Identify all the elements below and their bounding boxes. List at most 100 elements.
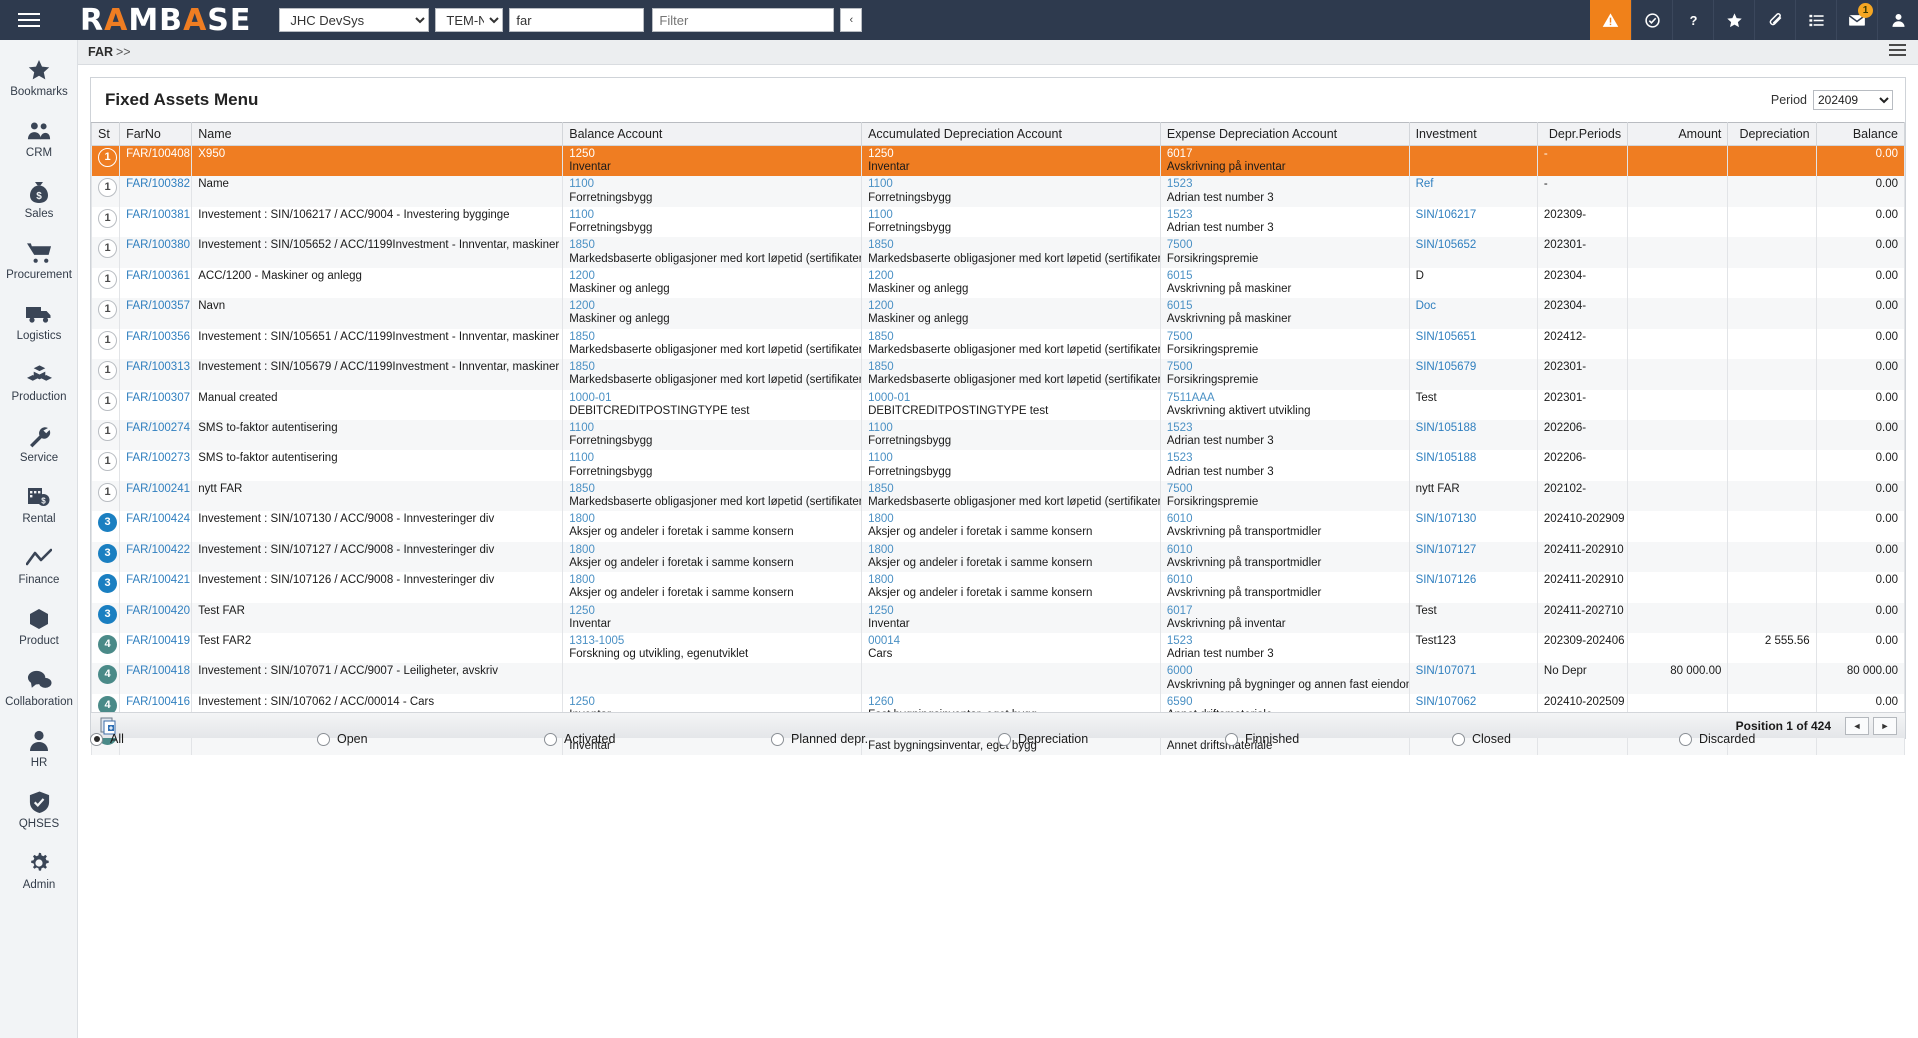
column-header-depr-periods[interactable]: Depr.Periods: [1536, 122, 1629, 146]
farno-cell[interactable]: FAR/100418: [119, 663, 193, 694]
investment-cell[interactable]: SIN/105652: [1408, 237, 1538, 268]
farno-cell[interactable]: FAR/100356: [119, 328, 193, 360]
farno-link[interactable]: FAR/100361: [126, 270, 190, 282]
farno-cell[interactable]: FAR/100313: [119, 359, 193, 390]
farno-cell[interactable]: FAR/100381: [119, 206, 193, 238]
table-row[interactable]: 1 FAR/100274 SMS to-faktor autentisering 11…: [90, 419, 1906, 451]
approval-icon[interactable]: [1631, 0, 1672, 40]
table-row[interactable]: 1 FAR/100408 X950 1250 Inventar 1250 Inventar 6…: [90, 145, 1906, 177]
investment-link[interactable]: SIN/105651: [1416, 331, 1477, 343]
investment-cell[interactable]: SIN/107126: [1408, 572, 1538, 603]
farno-link[interactable]: FAR/100241: [126, 483, 190, 495]
investment-link[interactable]: SIN/107126: [1416, 574, 1477, 586]
company-select[interactable]: JHC DevSys: [279, 8, 430, 32]
status-filter-closed[interactable]: Closed: [1452, 732, 1679, 746]
farno-link[interactable]: FAR/100422: [126, 544, 190, 556]
investment-cell[interactable]: SIN/107127: [1408, 541, 1538, 573]
period-select[interactable]: 202409: [1813, 90, 1893, 110]
investment-link[interactable]: SIN/107071: [1416, 665, 1477, 677]
system-select[interactable]: TEM-NO: [435, 8, 504, 32]
column-header-balance[interactable]: Balance: [1815, 122, 1906, 146]
main-menu-toggle[interactable]: [0, 0, 58, 40]
table-row[interactable]: 1 FAR/100361 ACC/1200 - Maskiner og anlegg…: [90, 267, 1906, 299]
table-row[interactable]: 3 FAR/100420 Test FAR 1250 Inventar 1250 Inven…: [90, 602, 1906, 633]
status-filter-all[interactable]: All: [90, 732, 317, 746]
table-row[interactable]: 3 FAR/100424 Investement : SIN/107130 / AC…: [90, 511, 1906, 542]
table-row[interactable]: 1 FAR/100273 SMS to-faktor autentisering 11…: [90, 450, 1906, 481]
farno-cell[interactable]: FAR/100421: [119, 572, 193, 603]
investment-link[interactable]: SIN/105188: [1416, 452, 1477, 464]
table-row[interactable]: 3 FAR/100421 Investement : SIN/107126 / AC…: [90, 572, 1906, 603]
radio-button[interactable]: [90, 732, 103, 746]
investment-cell[interactable]: SIN/105188: [1408, 450, 1538, 481]
radio-button[interactable]: [771, 732, 784, 746]
tasklist-icon[interactable]: [1795, 0, 1836, 40]
status-filter-finnished[interactable]: Finnished: [1225, 732, 1452, 746]
table-row[interactable]: 1 FAR/100357 Navn 1200 Maskiner og anlegg 120…: [90, 298, 1906, 329]
table-row[interactable]: 1 FAR/100241 nytt FAR 1850 Markedsbaserte ob…: [90, 480, 1906, 512]
table-row[interactable]: 1 FAR/100381 Investement : SIN/106217 / AC…: [90, 206, 1906, 238]
farno-cell[interactable]: FAR/100420: [119, 602, 193, 633]
sidebar-item-rental[interactable]: $ Rental: [0, 473, 78, 534]
investment-link[interactable]: Ref: [1416, 178, 1434, 190]
investment-link[interactable]: SIN/107127: [1416, 544, 1477, 556]
column-header-depreciation[interactable]: Depreciation: [1727, 122, 1817, 146]
investment-link[interactable]: SIN/105679: [1416, 361, 1477, 373]
sidebar-item-collaboration[interactable]: Collaboration: [0, 656, 78, 717]
farno-cell[interactable]: FAR/100424: [119, 511, 193, 542]
investment-cell[interactable]: Ref: [1408, 176, 1538, 207]
messages-icon[interactable]: 1: [1836, 0, 1877, 40]
farno-link[interactable]: FAR/100424: [126, 513, 190, 525]
farno-link[interactable]: FAR/100420: [126, 605, 190, 617]
radio-button[interactable]: [1679, 732, 1692, 746]
sidebar-item-production[interactable]: Production: [0, 351, 78, 412]
sidebar-item-finance[interactable]: Finance: [0, 534, 78, 595]
column-header-farno[interactable]: FarNo: [119, 122, 193, 146]
farno-cell[interactable]: FAR/100382: [119, 176, 193, 207]
table-row[interactable]: 4 FAR/100418 Investement : SIN/107071 / AC…: [90, 663, 1906, 694]
program-input[interactable]: [509, 8, 645, 32]
sidebar-item-crm[interactable]: CRM: [0, 107, 78, 168]
sidebar-item-hr[interactable]: HR: [0, 717, 78, 778]
user-icon[interactable]: [1877, 0, 1918, 40]
farno-link[interactable]: FAR/100382: [126, 178, 190, 190]
table-row[interactable]: 1 FAR/100307 Manual created 1000-01 DEBITCRE…: [90, 389, 1906, 420]
sidebar-item-qhses[interactable]: QHSES: [0, 778, 78, 839]
farno-link[interactable]: FAR/100421: [126, 574, 190, 586]
investment-link[interactable]: SIN/107062: [1416, 696, 1477, 708]
radio-button[interactable]: [544, 732, 557, 746]
farno-cell[interactable]: FAR/100241: [119, 480, 193, 512]
farno-link[interactable]: FAR/100416: [126, 696, 190, 708]
farno-link[interactable]: FAR/100419: [126, 635, 190, 647]
context-menu-button[interactable]: [1889, 44, 1906, 56]
farno-link[interactable]: FAR/100357: [126, 300, 190, 312]
attachment-icon[interactable]: [1754, 0, 1795, 40]
table-row[interactable]: 1 FAR/100380 Investement : SIN/105652 / AC…: [90, 237, 1906, 268]
status-filter-depreciation[interactable]: Depreciation: [998, 732, 1225, 746]
column-header-st[interactable]: St: [90, 122, 121, 146]
favorites-icon[interactable]: [1713, 0, 1754, 40]
radio-button[interactable]: [1225, 732, 1238, 746]
sidebar-item-bookmarks[interactable]: Bookmarks: [0, 46, 78, 107]
farno-link[interactable]: FAR/100418: [126, 665, 190, 677]
farno-link[interactable]: FAR/100380: [126, 239, 190, 251]
investment-cell[interactable]: SIN/107130: [1408, 511, 1538, 542]
collapse-toggle-button[interactable]: ‹: [840, 8, 863, 32]
investment-cell[interactable]: SIN/105651: [1408, 328, 1538, 360]
breadcrumb[interactable]: FAR >>: [88, 45, 131, 59]
farno-cell[interactable]: FAR/100361: [119, 267, 193, 299]
table-row[interactable]: 4 FAR/100419 Test FAR2 1313-1005 Forskning o…: [90, 633, 1906, 664]
status-filter-discarded[interactable]: Discarded: [1679, 732, 1755, 746]
table-row[interactable]: 1 FAR/100356 Investement : SIN/105651 / AC…: [90, 328, 1906, 360]
farno-cell[interactable]: FAR/100274: [119, 419, 193, 451]
status-filter-activated[interactable]: Activated: [544, 732, 771, 746]
investment-cell[interactable]: SIN/105188: [1408, 419, 1538, 451]
status-filter-open[interactable]: Open: [317, 732, 544, 746]
farno-cell[interactable]: FAR/100273: [119, 450, 193, 481]
farno-cell[interactable]: FAR/100419: [119, 633, 193, 664]
column-header-amount[interactable]: Amount: [1627, 122, 1729, 146]
column-header-expense-depreciation-account[interactable]: Expense Depreciation Account: [1159, 122, 1410, 146]
filter-input[interactable]: [652, 8, 835, 32]
sidebar-item-product[interactable]: Product: [0, 595, 78, 656]
investment-cell[interactable]: SIN/105679: [1408, 359, 1538, 390]
